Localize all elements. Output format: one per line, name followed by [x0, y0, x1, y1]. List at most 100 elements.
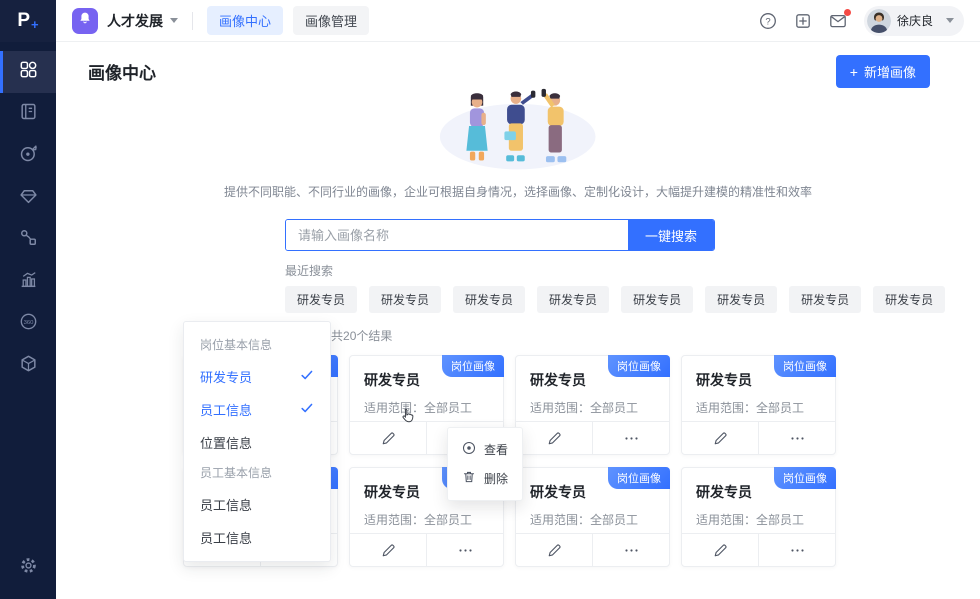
- sidebar-item-journal[interactable]: [0, 93, 56, 135]
- filter-option[interactable]: 员工信息: [200, 400, 314, 419]
- ellipsis-icon: [458, 543, 473, 558]
- card-scope: 适用范围：全部员工: [364, 511, 503, 528]
- new-document-icon[interactable]: [794, 12, 812, 30]
- recent-tag[interactable]: 研发专员: [453, 286, 525, 313]
- sidebar-item-cube[interactable]: [0, 345, 56, 387]
- cube-icon: [19, 354, 38, 378]
- sidebar-item-target[interactable]: [0, 135, 56, 177]
- recent-search-label: 最近搜索: [285, 262, 715, 279]
- pencil-icon: [547, 431, 562, 446]
- sidebar-item-360[interactable]: 360: [0, 303, 56, 345]
- more-button[interactable]: [593, 422, 669, 454]
- card-scope: 适用范围：全部员工: [696, 511, 835, 528]
- sidebar-item-settings[interactable]: [0, 547, 56, 589]
- edit-button[interactable]: [682, 534, 759, 566]
- flow-nodes-icon: [19, 228, 38, 252]
- chevron-down-icon[interactable]: [170, 18, 178, 23]
- user-name: 徐庆良: [897, 12, 933, 29]
- card-footer: [682, 421, 835, 454]
- page-title: 画像中心: [88, 59, 156, 84]
- pencil-icon: [713, 431, 728, 446]
- search-input[interactable]: [286, 220, 628, 250]
- filter-option[interactable]: 位置信息: [200, 433, 314, 452]
- gear-icon: [19, 556, 38, 580]
- sidebar-item-dashboard[interactable]: [0, 51, 56, 93]
- search-box: 一键搜索: [285, 219, 715, 251]
- topbar-main: 人才发展 画像中心 画像管理 ? 徐庆良: [56, 0, 980, 41]
- bar-chart-icon: [19, 270, 38, 294]
- more-button[interactable]: [759, 534, 835, 566]
- delete-menu-item[interactable]: 删除: [460, 464, 510, 493]
- mail-icon[interactable]: [829, 12, 847, 30]
- portrait-card[interactable]: 岗位画像 研发专员 适用范围：全部员工: [515, 467, 670, 567]
- recent-tag[interactable]: 研发专员: [873, 286, 945, 313]
- edit-button[interactable]: [682, 422, 759, 454]
- recent-tag[interactable]: 研发专员: [789, 286, 861, 313]
- card-scope: 适用范围：全部员工: [530, 511, 669, 528]
- recent-tag[interactable]: 研发专员: [705, 286, 777, 313]
- more-button[interactable]: [759, 422, 835, 454]
- recent-tag[interactable]: 研发专员: [369, 286, 441, 313]
- portrait-card[interactable]: 岗位画像 研发专员 适用范围：全部员工: [681, 355, 836, 455]
- topbar-right: ? 徐庆良: [759, 6, 964, 36]
- circle-360-icon: 360: [19, 312, 38, 336]
- recent-tag[interactable]: 研发专员: [621, 286, 693, 313]
- ellipsis-icon: [790, 431, 805, 446]
- check-icon: [300, 401, 314, 418]
- svg-text:?: ?: [765, 16, 770, 27]
- people-illustration: [416, 88, 619, 172]
- card-badge: 岗位画像: [608, 467, 670, 489]
- page-description: 提供不同职能、不同行业的画像，企业可根据自身情况，选择画像、定制化设计，大幅提升…: [56, 183, 980, 200]
- add-portrait-button[interactable]: + 新增画像: [836, 55, 930, 88]
- topbar: P+ 人才发展 画像中心 画像管理 ? 徐庆良: [0, 0, 980, 42]
- sidebar-item-analytics[interactable]: [0, 261, 56, 303]
- app-name[interactable]: 人才发展: [107, 11, 163, 31]
- pencil-icon: [381, 431, 396, 446]
- card-badge: 岗位画像: [442, 355, 504, 377]
- sidebar-item-flow[interactable]: [0, 219, 56, 261]
- divider: [192, 12, 193, 30]
- more-button[interactable]: [427, 534, 503, 566]
- tab-portrait-manage[interactable]: 画像管理: [293, 6, 369, 35]
- recent-search-tags: 研发专员 研发专员 研发专员 研发专员 研发专员 研发专员 研发专员 研发专员: [285, 286, 715, 313]
- card-badge: 岗位画像: [774, 355, 836, 377]
- chevron-down-icon: [946, 18, 954, 23]
- edit-button[interactable]: [516, 534, 593, 566]
- more-button[interactable]: [593, 534, 669, 566]
- edit-button[interactable]: [516, 422, 593, 454]
- portrait-card[interactable]: 岗位画像 研发专员 适用范围：全部员工: [515, 355, 670, 455]
- portrait-card[interactable]: 岗位画像 研发专员 适用范围：全部员工: [681, 467, 836, 567]
- ellipsis-icon: [790, 543, 805, 558]
- check-icon: [300, 368, 314, 385]
- ellipsis-icon: [624, 431, 639, 446]
- sidebar-item-diamond[interactable]: [0, 177, 56, 219]
- recent-tag[interactable]: 研发专员: [285, 286, 357, 313]
- card-footer: [516, 533, 669, 566]
- target-icon: [19, 144, 38, 168]
- bell-icon: [78, 11, 92, 30]
- search-button[interactable]: 一键搜索: [628, 220, 714, 250]
- card-badge: 岗位画像: [608, 355, 670, 377]
- pencil-icon: [713, 543, 728, 558]
- diamond-icon: [19, 186, 38, 210]
- user-menu[interactable]: 徐庆良: [864, 6, 964, 36]
- view-menu-item[interactable]: 查看: [460, 435, 510, 464]
- filter-option[interactable]: 员工信息: [200, 495, 314, 514]
- sidebar: 360: [0, 42, 56, 599]
- filter-section-header: 岗位基本信息: [200, 336, 314, 353]
- logo-text: P: [17, 10, 30, 32]
- card-scope: 适用范围：全部员工: [696, 399, 835, 416]
- plus-icon: +: [850, 65, 858, 79]
- filter-option[interactable]: 员工信息: [200, 528, 314, 547]
- avatar: [867, 9, 891, 33]
- edit-button[interactable]: [350, 422, 427, 454]
- app-switcher-button[interactable]: [72, 8, 98, 34]
- help-icon[interactable]: ?: [759, 12, 777, 30]
- card-footer: [682, 533, 835, 566]
- recent-tag[interactable]: 研发专员: [537, 286, 609, 313]
- filter-dropdown-panel: 岗位基本信息 研发专员 员工信息 位置信息 员工基本信息 员工信息 员工信息: [183, 321, 331, 562]
- filter-option[interactable]: 研发专员: [200, 367, 314, 386]
- app-logo[interactable]: P+: [0, 0, 56, 42]
- edit-button[interactable]: [350, 534, 427, 566]
- tab-portrait-center[interactable]: 画像中心: [207, 6, 283, 35]
